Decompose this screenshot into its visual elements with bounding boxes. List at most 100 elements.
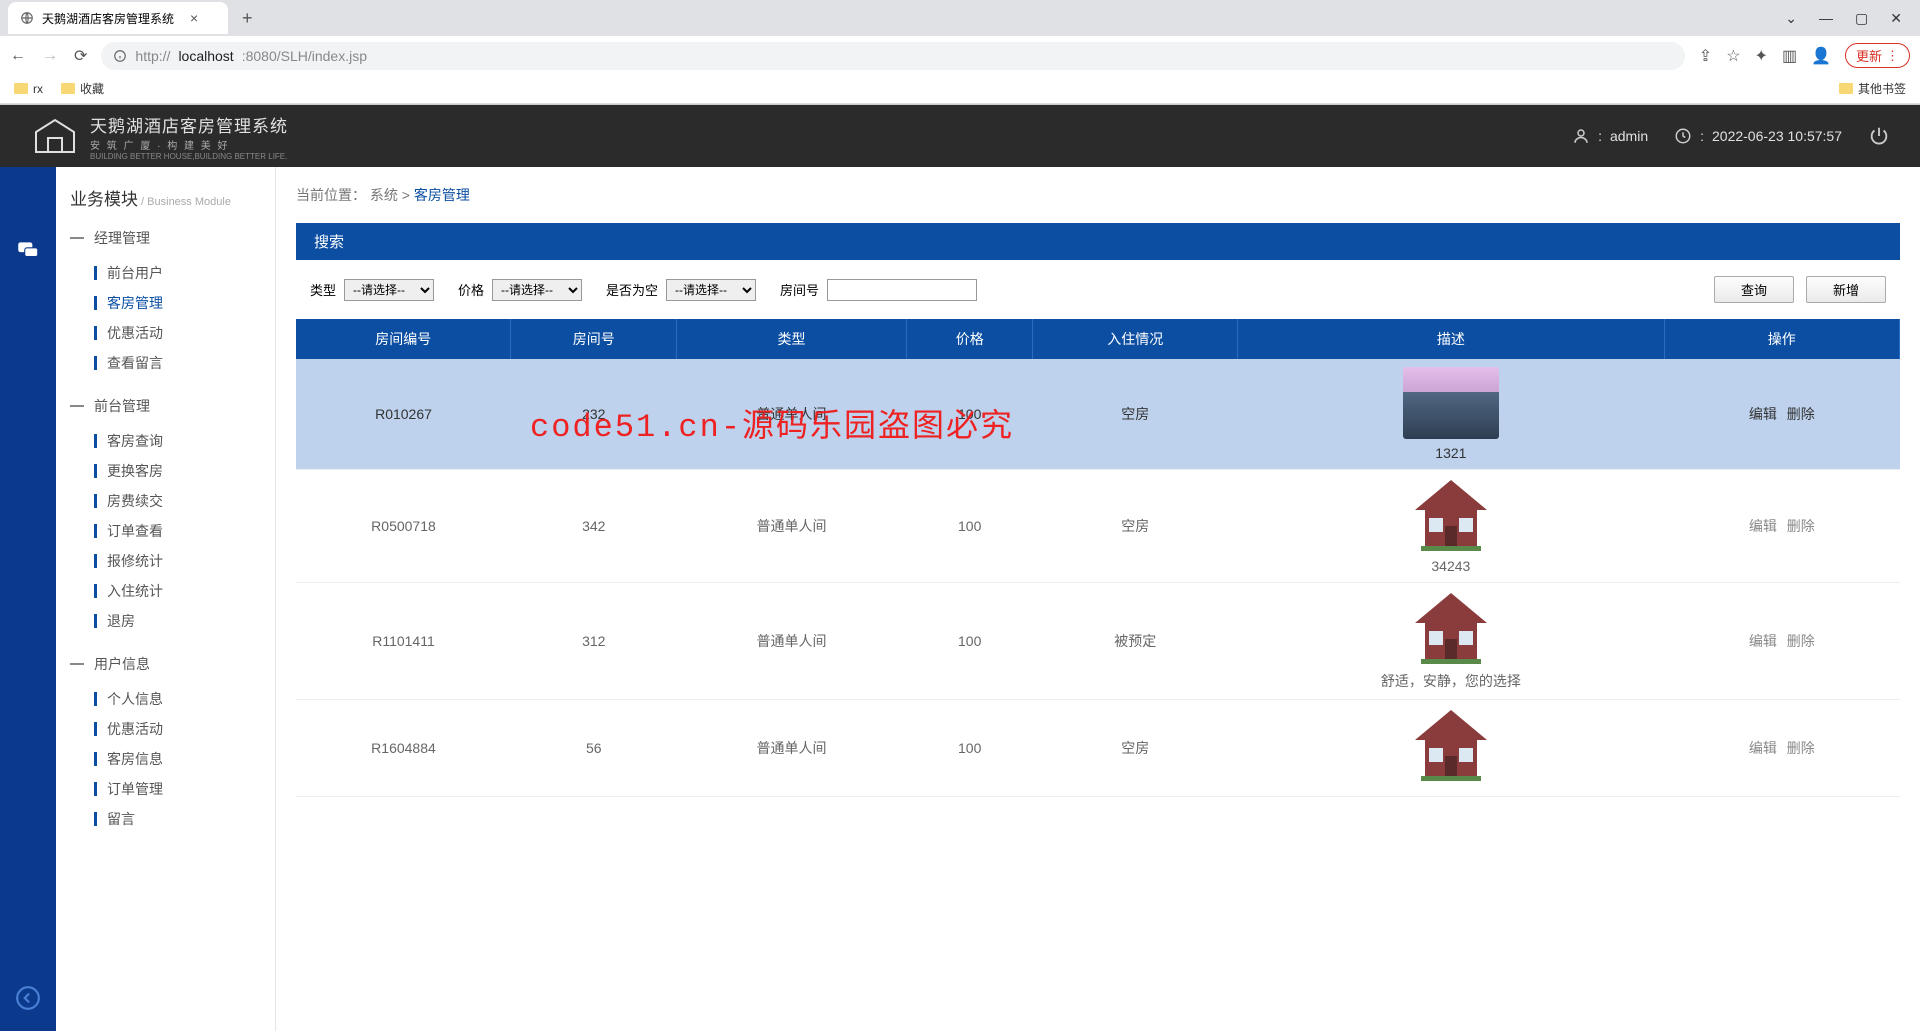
table-row[interactable]: R0500718 342 普通单人间 100 空房 34243 编辑 删除 bbox=[296, 470, 1900, 583]
table-header: 操作 bbox=[1664, 319, 1899, 359]
update-button[interactable]: 更新 ⋮ bbox=[1845, 43, 1910, 68]
clock-indicator: : 2022-06-23 10:57:57 bbox=[1674, 127, 1842, 145]
cell-type: 普通单人间 bbox=[677, 359, 907, 470]
cell-price: 100 bbox=[907, 470, 1033, 583]
filter-room-input[interactable] bbox=[827, 279, 977, 301]
cell-desc: 1321 bbox=[1238, 359, 1664, 470]
bookmark-rx[interactable]: rx bbox=[14, 82, 43, 96]
edit-link[interactable]: 编辑 bbox=[1749, 740, 1777, 756]
table-header: 价格 bbox=[907, 319, 1033, 359]
sidebar: 业务模块 / Business Module 经理管理前台用户客房管理优惠活动查… bbox=[56, 167, 276, 1031]
share-icon[interactable]: ⇪ bbox=[1699, 46, 1712, 66]
sidebar-item[interactable]: 优惠活动 bbox=[66, 318, 275, 348]
url-scheme: http:// bbox=[135, 48, 170, 64]
cell-room-id: R1101411 bbox=[296, 583, 511, 700]
chat-icon[interactable] bbox=[15, 237, 41, 263]
sidebar-item[interactable]: 查看留言 bbox=[66, 348, 275, 378]
cell-status: 空房 bbox=[1033, 359, 1238, 470]
edit-link[interactable]: 编辑 bbox=[1749, 406, 1777, 422]
sidebar-group-head[interactable]: 用户信息 bbox=[66, 654, 275, 674]
sidebar-item[interactable]: 留言 bbox=[66, 804, 275, 834]
filter-empty-select[interactable]: --请选择-- bbox=[666, 279, 756, 301]
browser-chrome: 天鹅湖酒店客房管理系统 × + ⌄ — ▢ ✕ ← → ⟳ http://loc… bbox=[0, 0, 1920, 105]
table-row[interactable]: R010267 232 普通单人间 100 空房 1321 编辑 删除 bbox=[296, 359, 1900, 470]
sidebar-item[interactable]: 前台用户 bbox=[66, 258, 275, 288]
table-header: 描述 bbox=[1238, 319, 1664, 359]
new-tab-button[interactable]: + bbox=[242, 9, 253, 27]
delete-link[interactable]: 删除 bbox=[1787, 740, 1815, 756]
edit-link[interactable]: 编辑 bbox=[1749, 633, 1777, 649]
cell-price: 100 bbox=[907, 583, 1033, 700]
globe-icon bbox=[20, 11, 34, 25]
maximize-icon[interactable]: ▢ bbox=[1855, 10, 1868, 27]
search-panel-title: 搜索 bbox=[296, 223, 1900, 260]
url-input[interactable]: http://localhost:8080/SLH/index.jsp bbox=[101, 42, 1684, 70]
left-rail bbox=[0, 167, 56, 1031]
sidebar-item[interactable]: 个人信息 bbox=[66, 684, 275, 714]
filter-price-select[interactable]: --请选择-- bbox=[492, 279, 582, 301]
table-header: 类型 bbox=[677, 319, 907, 359]
cell-room-num: 342 bbox=[511, 470, 677, 583]
user-indicator: : admin bbox=[1572, 127, 1648, 145]
sidebar-item[interactable]: 更换客房 bbox=[66, 456, 275, 486]
filter-empty-label: 是否为空 bbox=[606, 280, 658, 299]
table-row[interactable]: R1101411 312 普通单人间 100 被预定 舒适，安静，您的选择 编辑… bbox=[296, 583, 1900, 700]
panel-icon[interactable]: ▥ bbox=[1782, 46, 1797, 66]
datetime: 2022-06-23 10:57:57 bbox=[1712, 128, 1842, 144]
add-button[interactable]: 新增 bbox=[1806, 276, 1886, 303]
brand-title: 天鹅湖酒店客房管理系统 bbox=[90, 112, 288, 137]
breadcrumb-system[interactable]: 系统 bbox=[370, 187, 398, 203]
sidebar-item[interactable]: 退房 bbox=[66, 606, 275, 636]
sidebar-item[interactable]: 客房信息 bbox=[66, 744, 275, 774]
tab-close-icon[interactable]: × bbox=[190, 10, 198, 26]
chevron-down-icon[interactable]: ⌄ bbox=[1785, 10, 1797, 27]
back-circle-icon[interactable] bbox=[15, 985, 41, 1011]
bookmark-fav[interactable]: 收藏 bbox=[61, 80, 104, 97]
delete-link[interactable]: 删除 bbox=[1787, 518, 1815, 534]
sidebar-item[interactable]: 订单查看 bbox=[66, 516, 275, 546]
bookmark-bar: rx 收藏 其他书签 bbox=[0, 74, 1920, 104]
minimize-icon[interactable]: — bbox=[1819, 10, 1833, 27]
sidebar-item[interactable]: 房费续交 bbox=[66, 486, 275, 516]
browser-tab[interactable]: 天鹅湖酒店客房管理系统 × bbox=[8, 2, 228, 34]
star-icon[interactable]: ☆ bbox=[1726, 46, 1740, 66]
power-button[interactable] bbox=[1868, 125, 1890, 147]
cell-room-num: 56 bbox=[511, 700, 677, 797]
bookmark-other[interactable]: 其他书签 bbox=[1839, 80, 1906, 97]
username: admin bbox=[1610, 128, 1648, 144]
delete-link[interactable]: 删除 bbox=[1787, 406, 1815, 422]
sidebar-item[interactable]: 入住统计 bbox=[66, 576, 275, 606]
edit-link[interactable]: 编辑 bbox=[1749, 518, 1777, 534]
thumbnail bbox=[1403, 367, 1499, 439]
sidebar-item[interactable]: 订单管理 bbox=[66, 774, 275, 804]
query-button[interactable]: 查询 bbox=[1714, 276, 1794, 303]
url-path: :8080/SLH/index.jsp bbox=[242, 48, 367, 64]
forward-button[interactable]: → bbox=[42, 47, 58, 65]
cell-room-id: R1604884 bbox=[296, 700, 511, 797]
tab-bar: 天鹅湖酒店客房管理系统 × + ⌄ — ▢ ✕ bbox=[0, 0, 1920, 36]
breadcrumb-current[interactable]: 客房管理 bbox=[414, 187, 470, 203]
close-icon[interactable]: ✕ bbox=[1890, 10, 1902, 27]
main-content: 当前位置： 系统 > 客房管理 搜索 类型 --请选择-- 价格 --请选择--… bbox=[276, 167, 1920, 1031]
cell-status: 空房 bbox=[1033, 470, 1238, 583]
sidebar-item[interactable]: 优惠活动 bbox=[66, 714, 275, 744]
sidebar-group-head[interactable]: 经理管理 bbox=[66, 228, 275, 248]
sidebar-item[interactable]: 客房管理 bbox=[66, 288, 275, 318]
table-header: 房间编号 bbox=[296, 319, 511, 359]
table-row[interactable]: R1604884 56 普通单人间 100 空房 编辑 删除 bbox=[296, 700, 1900, 797]
filter-type-select[interactable]: --请选择-- bbox=[344, 279, 434, 301]
delete-link[interactable]: 删除 bbox=[1787, 633, 1815, 649]
cell-room-id: R0500718 bbox=[296, 470, 511, 583]
back-button[interactable]: ← bbox=[10, 47, 26, 65]
profile-icon[interactable]: 👤 bbox=[1811, 46, 1831, 66]
sidebar-item[interactable]: 报修统计 bbox=[66, 546, 275, 576]
window-controls: ⌄ — ▢ ✕ bbox=[1785, 10, 1912, 27]
sidebar-item[interactable]: 客房查询 bbox=[66, 426, 275, 456]
sidebar-group-head[interactable]: 前台管理 bbox=[66, 396, 275, 416]
cell-type: 普通单人间 bbox=[677, 583, 907, 700]
reload-button[interactable]: ⟳ bbox=[74, 46, 87, 66]
cell-desc bbox=[1238, 700, 1664, 797]
cell-room-num: 312 bbox=[511, 583, 677, 700]
sidebar-title: 业务模块 / Business Module bbox=[66, 185, 275, 210]
puzzle-icon[interactable]: ✦ bbox=[1755, 46, 1768, 66]
